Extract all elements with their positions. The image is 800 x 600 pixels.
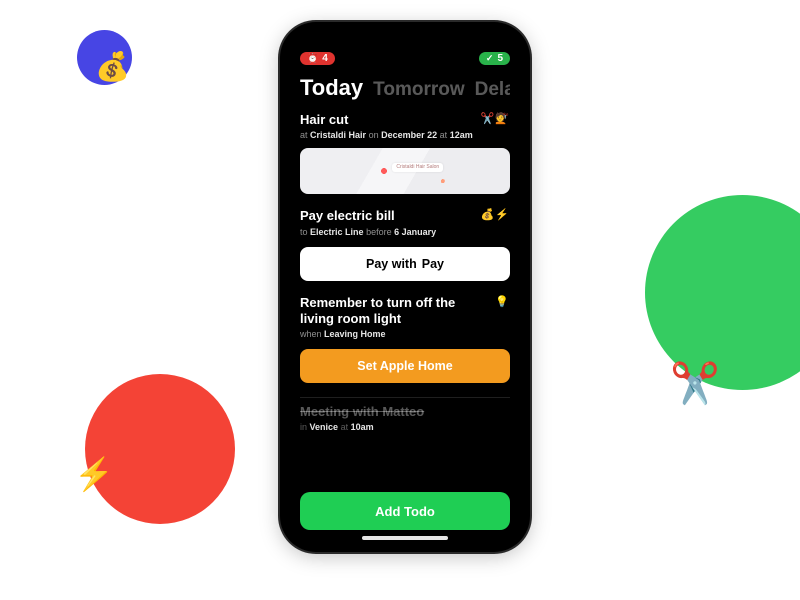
phone-notch (350, 30, 460, 50)
add-todo-button[interactable]: Add Todo (300, 492, 510, 530)
day-tabs: Today Tomorrow Delayed (288, 69, 522, 111)
map-pin-label: Cristaldi Hair Salon (392, 163, 443, 173)
tab-today[interactable]: Today (300, 75, 363, 101)
pay-with-apple-pay-button[interactable]: Pay with Pay (300, 247, 510, 281)
todo-subtitle: to Electric Line before 6 January (300, 227, 510, 237)
moneybag-icon: 💰 (95, 50, 130, 83)
bg-circle-green (645, 195, 800, 390)
todo-subtitle: in Venice at 10am (300, 422, 510, 432)
todo-title: Pay electric bill (300, 208, 395, 224)
todo-light[interactable]: Remember to turn off the living room lig… (300, 295, 510, 384)
todo-emoji-icons: 💰⚡ (481, 208, 510, 221)
todo-subtitle: when Leaving Home (300, 329, 510, 339)
divider (300, 397, 510, 398)
home-indicator[interactable] (362, 536, 448, 540)
todo-list[interactable]: Hair cut ✂️💇 at Cristaldi Hair on Decemb… (288, 112, 522, 482)
alarm-count: 4 (322, 53, 328, 64)
app-screen: ⏰ 4 ✓ 5 Today Tomorrow Delayed Hair cut … (288, 30, 522, 544)
todo-bill[interactable]: Pay electric bill 💰⚡ to Electric Line be… (300, 208, 510, 280)
todo-subtitle: at Cristaldi Hair on December 22 at 12am (300, 130, 510, 140)
phone-frame: ⏰ 4 ✓ 5 Today Tomorrow Delayed Hair cut … (280, 22, 530, 552)
todo-title: Remember to turn off the living room lig… (300, 295, 470, 328)
todo-emoji-icons: ✂️💇 (481, 112, 510, 125)
bulb-icon: 💡 (495, 295, 510, 308)
done-badge[interactable]: ✓ 5 (479, 52, 510, 65)
todo-meeting-completed[interactable]: Meeting with Matteo in Venice at 10am (300, 404, 510, 432)
alarm-icon: ⏰ (307, 54, 318, 63)
apple-pay-logo: Pay (421, 257, 444, 271)
pay-prefix: Pay with (366, 257, 417, 271)
set-apple-home-button[interactable]: Set Apple Home (300, 349, 510, 383)
tab-tomorrow[interactable]: Tomorrow (373, 79, 464, 101)
check-icon: ✓ (486, 54, 494, 63)
map-preview[interactable]: Cristaldi Hair Salon (300, 148, 510, 194)
todo-title: Meeting with Matteo (300, 404, 424, 420)
done-count: 5 (497, 53, 503, 64)
bg-circle-red (85, 374, 235, 524)
alarm-badge[interactable]: ⏰ 4 (300, 52, 335, 65)
todo-title: Hair cut (300, 112, 348, 128)
bolt-icon: ⚡ (74, 455, 114, 493)
tab-delayed[interactable]: Delayed (475, 79, 510, 101)
scissors-icon: ✂️ (670, 360, 720, 407)
todo-haircut[interactable]: Hair cut ✂️💇 at Cristaldi Hair on Decemb… (300, 112, 510, 194)
